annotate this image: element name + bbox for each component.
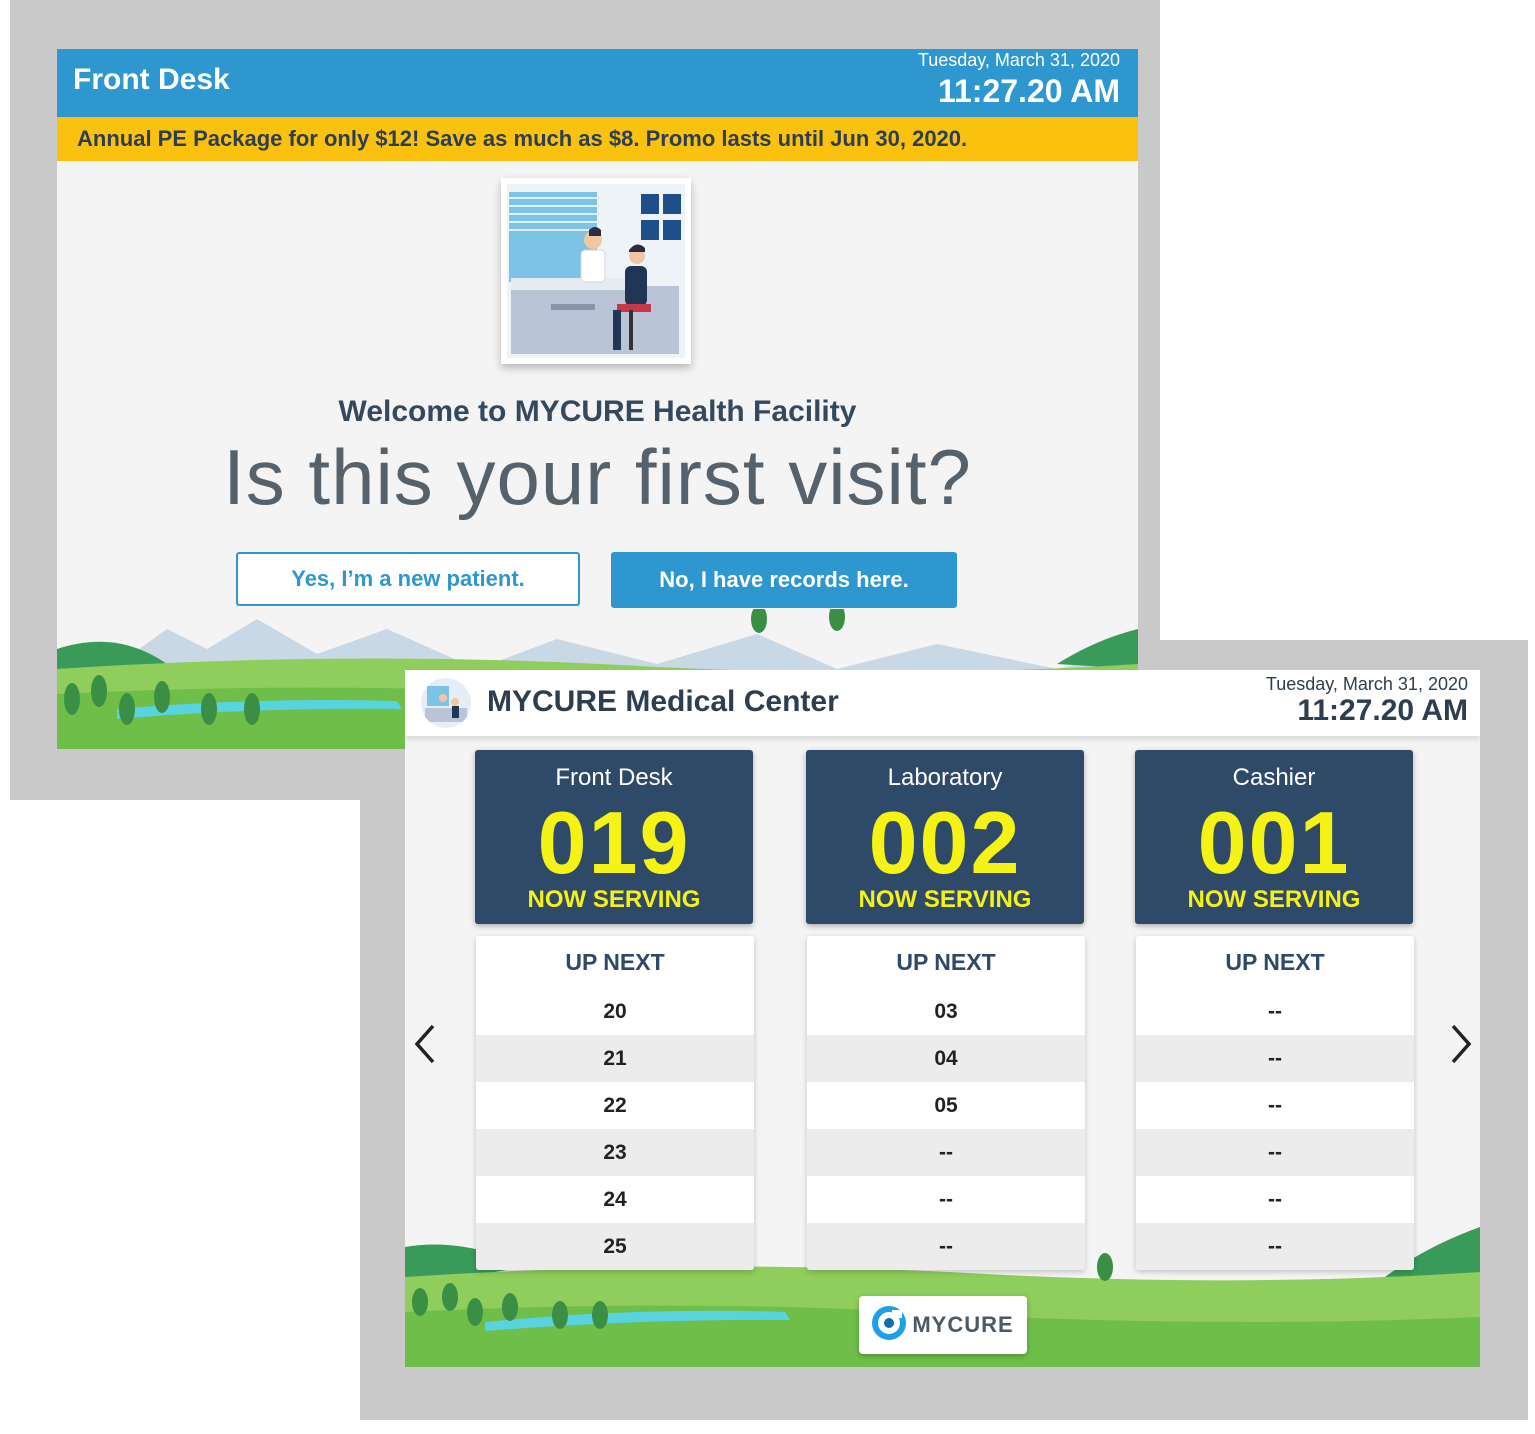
facility-title: MYCURE Medical Center [487,685,839,718]
first-visit-question: Is this your first visit? [223,433,972,521]
new-patient-button[interactable]: Yes, I’m a new patient. [236,552,580,606]
up-next-header: UP NEXT [896,949,996,975]
now-serving-label: NOW SERVING [1187,886,1361,913]
queue-time: 11:27.20 AM [1297,694,1468,727]
counter-card-front-desk: Front Desk 019 NOW SERVING [475,750,753,924]
promo-banner: Annual PE Package for only $12! Save as … [57,117,1138,161]
kiosk-header: Front Desk Tuesday, March 31, 2020 11:27… [57,49,1138,117]
now-serving-number: 001 [1197,793,1351,892]
clinic-illustration [501,178,691,364]
welcome-text: Welcome to MYCURE Health Facility [338,395,857,428]
brand-name: MYCURE [912,1312,1014,1337]
queue-date: Tuesday, March 31, 2020 [1265,674,1468,694]
list-item: 05 [807,1082,1085,1129]
now-serving-label: NOW SERVING [858,886,1032,913]
now-serving-number: 019 [537,793,691,892]
mycure-logo-icon [872,1305,907,1345]
list-item: 04 [807,1035,1085,1082]
list-item: -- [1136,1035,1414,1082]
list-item: 23 [476,1129,754,1176]
list-item: -- [807,1176,1085,1223]
queue-header: MYCURE Medical Center Tuesday, March 31,… [405,670,1480,736]
chevron-right-icon[interactable] [1445,1022,1475,1066]
list-item: -- [807,1129,1085,1176]
list-item: 22 [476,1082,754,1129]
up-next-list-front-desk: UP NEXT 20 21 22 23 24 25 [476,936,754,1270]
list-item: 03 [807,988,1085,1035]
list-item: 21 [476,1035,754,1082]
counter-card-laboratory: Laboratory 002 NOW SERVING [806,750,1084,924]
now-serving-number: 002 [868,793,1022,892]
list-item: -- [1136,1129,1414,1176]
list-item: -- [1136,1082,1414,1129]
mycure-brand-badge: MYCURE [859,1296,1027,1354]
kiosk-time: 11:27.20 AM [937,73,1120,109]
list-item: -- [1136,1176,1414,1223]
up-next-list-cashier: UP NEXT -- -- -- -- -- -- [1136,936,1414,1270]
kiosk-date: Tuesday, March 31, 2020 [917,50,1120,70]
up-next-header: UP NEXT [1225,949,1325,975]
list-item: 24 [476,1176,754,1223]
kiosk-title: Front Desk [73,63,230,96]
up-next-header: UP NEXT [565,949,665,975]
counter-card-cashier: Cashier 001 NOW SERVING [1135,750,1413,924]
counter-name: Cashier [1232,764,1316,791]
clinic-logo-icon [421,678,471,728]
now-serving-label: NOW SERVING [527,886,701,913]
kiosk-screen: Front Desk Tuesday, March 31, 2020 11:27… [57,49,1138,749]
counter-name: Laboratory [887,764,1003,791]
chevron-left-icon[interactable] [411,1022,441,1066]
existing-patient-button[interactable]: No, I have records here. [611,552,957,608]
list-item: -- [1136,988,1414,1035]
list-item: -- [807,1223,1085,1270]
queue-screen: MYCURE Medical Center Tuesday, March 31,… [405,670,1480,1367]
list-item: 20 [476,988,754,1035]
counter-name: Front Desk [555,764,673,791]
up-next-list-laboratory: UP NEXT 03 04 05 -- -- -- [807,936,1085,1270]
list-item: 25 [476,1223,754,1270]
list-item: -- [1136,1223,1414,1270]
